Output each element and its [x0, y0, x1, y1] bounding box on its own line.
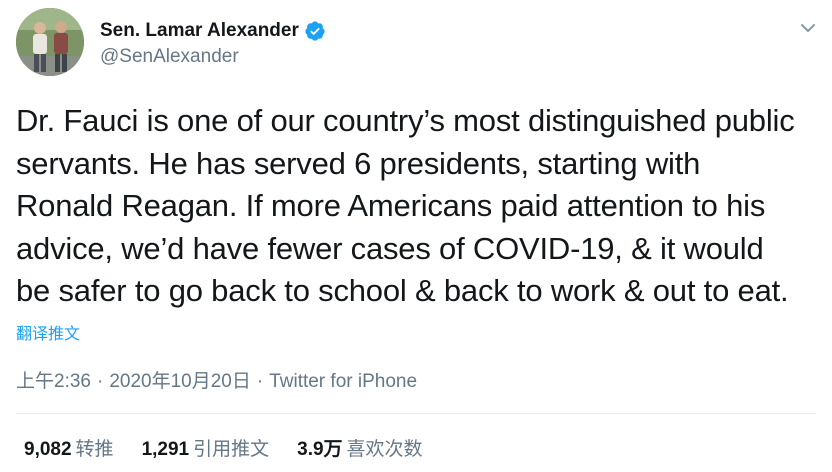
tweet-text-line: Ronald Reagan. If more Americans paid at…: [16, 188, 766, 223]
divider: [16, 413, 816, 414]
tweet-source[interactable]: Twitter for iPhone: [269, 371, 417, 392]
avatar-photo: [16, 8, 84, 76]
retweets-stat[interactable]: 9,082 转推: [24, 434, 114, 461]
avatar[interactable]: [16, 8, 84, 76]
quotes-count: 1,291: [141, 439, 190, 460]
tweet-text-line: servants. He has served 6 presidents, st…: [16, 145, 701, 181]
meta-separator: ·: [256, 371, 264, 392]
tweet-meta: 上午2:36 · 2020年10月20日 · Twitter for iPhone: [16, 366, 417, 393]
likes-label: 喜欢次数: [346, 439, 423, 460]
chevron-down-icon[interactable]: [796, 16, 820, 40]
tweet-text-line: be safer to go back to school & back to …: [16, 273, 789, 308]
retweets-count: 9,082: [24, 439, 72, 460]
verified-badge-icon: [304, 20, 326, 42]
tweet-time[interactable]: 上午2:36: [16, 371, 91, 392]
author-handle[interactable]: @SenAlexander: [100, 46, 239, 68]
meta-separator: ·: [96, 371, 104, 392]
quotes-label: 引用推文: [193, 439, 270, 460]
translate-tweet-link[interactable]: 翻译推文: [16, 320, 80, 344]
tweet-stats: 9,082 转推 1,291 引用推文 3.9万 喜欢次数: [24, 434, 451, 461]
tweet-date[interactable]: 2020年10月20日: [109, 371, 251, 392]
tweet-text-line: advice, we’d have fewer cases of COVID-1…: [16, 230, 764, 266]
author-name-row[interactable]: Sen. Lamar Alexander: [100, 18, 326, 44]
tweet-text: Dr. Fauci is one of our country’s most d…: [16, 100, 826, 313]
likes-count: 3.9万: [297, 439, 343, 460]
tweet-card: Sen. Lamar Alexander @SenAlexander Dr. F…: [0, 0, 832, 472]
tweet-text-line: Dr. Fauci is one of our country’s most d…: [16, 103, 795, 138]
quotes-stat[interactable]: 1,291 引用推文: [142, 434, 270, 461]
retweets-label: 转推: [75, 439, 114, 460]
likes-stat[interactable]: 3.9万 喜欢次数: [297, 434, 422, 461]
author-display-name[interactable]: Sen. Lamar Alexander: [100, 20, 299, 42]
